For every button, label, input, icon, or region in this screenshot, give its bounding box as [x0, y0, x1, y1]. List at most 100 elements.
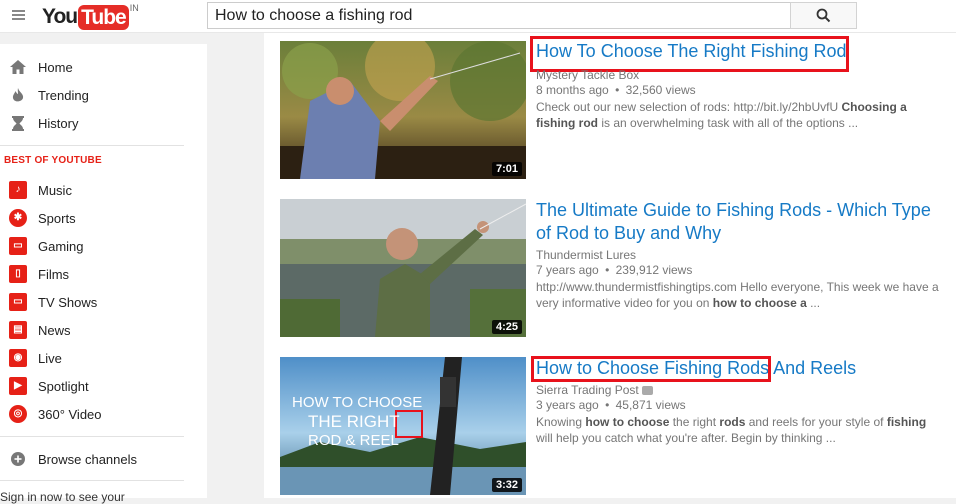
news-icon: ▤: [9, 321, 27, 339]
thumbnail-text: THE RIGHT: [308, 412, 400, 431]
thumbnail-image: HOW TO CHOOSE THE RIGHT ROD & REEL: [280, 357, 526, 495]
video-thumbnail[interactable]: HOW TO CHOOSE THE RIGHT ROD & REEL 3:32: [280, 357, 526, 495]
masthead: You Tube IN How to choose a fishing rod: [0, 0, 956, 33]
youtube-logo[interactable]: You Tube IN: [42, 2, 139, 32]
video-thumbnail[interactable]: 7:01: [280, 41, 526, 179]
video-meta: 8 months ago • 32,560 views: [536, 83, 696, 98]
home-icon: [9, 58, 27, 76]
tv-icon: ▭: [9, 293, 27, 311]
sidebar-item-label: Gaming: [38, 238, 84, 254]
thumbnail-text: ROD & REEL: [308, 432, 399, 449]
meta-separator: •: [605, 263, 610, 277]
best-of-youtube-title: BEST OF YOUTUBE: [4, 155, 102, 166]
sidebar-item-home[interactable]: Home: [0, 53, 207, 81]
desc-text: the right: [669, 415, 720, 429]
view-count: 239,912 views: [615, 263, 693, 277]
thumbnail-image: [280, 41, 526, 179]
search-input[interactable]: How to choose a fishing rod: [207, 2, 791, 29]
spotlight-icon: ▶: [9, 377, 27, 395]
sidebar-item-label: Spotlight: [38, 378, 89, 394]
music-icon: ♪: [9, 181, 27, 199]
video-meta: 3 years ago • 45,871 views: [536, 398, 686, 413]
upload-age: 3 years ago: [536, 398, 599, 412]
logo-country-code: IN: [129, 3, 139, 13]
sidebar-item-history[interactable]: History: [0, 109, 207, 137]
desc-text: Knowing: [536, 415, 586, 429]
sidebar-item-label: Home: [38, 59, 73, 75]
sidebar-item-360-video[interactable]: ◎ 360° Video: [0, 400, 207, 428]
sidebar-item-label: TV Shows: [38, 294, 98, 310]
logo-tube: Tube: [78, 4, 129, 30]
live-icon: ◉: [9, 349, 27, 367]
video-title-link[interactable]: of Rod to Buy and Why: [536, 222, 721, 245]
desc-text: will help you catch what you're after. B…: [536, 431, 836, 445]
desc-bold: how to choose: [585, 415, 670, 429]
thumbnail-image: [280, 199, 526, 337]
hourglass-icon: [9, 114, 27, 132]
sidebar-item-spotlight[interactable]: ▶ Spotlight: [0, 372, 207, 400]
sidebar-divider: [0, 436, 184, 437]
gaming-icon: ▭: [9, 237, 27, 255]
sidebar-divider: [0, 145, 184, 146]
hamburger-icon[interactable]: [12, 10, 25, 20]
view-count: 32,560 views: [625, 83, 696, 97]
channel-name[interactable]: Mystery Tackle Box: [536, 68, 639, 83]
video-title-link[interactable]: The Ultimate Guide to Fishing Rods - Whi…: [536, 199, 931, 222]
video-duration: 3:32: [491, 478, 522, 492]
desc-bold: rods: [719, 415, 746, 429]
thumbnail-text: HOW TO CHOOSE: [292, 394, 422, 411]
logo-you: You: [42, 5, 78, 28]
sidebar-item-label: Sports: [38, 210, 76, 226]
sidebar-item-label: Browse channels: [38, 451, 137, 467]
desc-text: ...: [806, 296, 821, 310]
sidebar-divider: [0, 480, 184, 481]
video-duration: 4:25: [491, 320, 522, 334]
desc-text: Check out our new selection of rods: htt…: [536, 100, 842, 114]
sidebar-item-label: News: [38, 322, 71, 338]
sidebar-item-live[interactable]: ◉ Live: [0, 344, 207, 372]
desc-bold: how to choose a: [712, 296, 807, 310]
guide-sidebar: Home Trending History BEST OF YOUTUBE ♪ …: [0, 44, 207, 504]
verified-icon: [641, 386, 653, 396]
channel-name[interactable]: Sierra Trading Post: [536, 383, 653, 398]
search-icon: [816, 8, 831, 23]
sidebar-item-sports[interactable]: ✱ Sports: [0, 204, 207, 232]
sidebar-item-browse-channels[interactable]: Browse channels: [0, 445, 207, 473]
upload-age: 8 months ago: [536, 83, 609, 97]
film-icon: ▯: [9, 265, 27, 283]
sports-icon: ✱: [9, 209, 27, 227]
sidebar-item-trending[interactable]: Trending: [0, 81, 207, 109]
video-description: Knowing how to choose the right rods and…: [536, 414, 946, 446]
highlight-box: [531, 356, 771, 382]
desc-text: is an overwhelming task with all of the …: [598, 116, 859, 130]
sidebar-item-label: Trending: [38, 87, 89, 103]
video-description: http://www.thundermistfishingtips.com He…: [536, 279, 946, 311]
sidebar-item-label: Films: [38, 266, 70, 282]
highlight-box: [530, 36, 849, 72]
meta-separator: •: [615, 83, 620, 97]
channel-name[interactable]: Thundermist Lures: [536, 248, 636, 263]
flame-icon: [9, 86, 27, 104]
sidebar-item-music[interactable]: ♪ Music: [0, 176, 207, 204]
meta-separator: •: [605, 398, 610, 412]
desc-text: and reels for your style of: [745, 415, 887, 429]
desc-bold: fishing: [886, 415, 927, 429]
video-description: Check out our new selection of rods: htt…: [536, 99, 946, 131]
sidebar-item-label: Music: [38, 182, 72, 198]
video-meta: 7 years ago • 239,912 views: [536, 263, 692, 278]
sidebar-item-films[interactable]: ▯ Films: [0, 260, 207, 288]
channel-label: Sierra Trading Post: [536, 383, 639, 397]
sidebar-item-label: Live: [38, 350, 62, 366]
sidebar-item-label: History: [38, 115, 79, 131]
360-video-icon: ◎: [9, 405, 27, 423]
video-thumbnail[interactable]: 4:25: [280, 199, 526, 337]
view-count: 45,871 views: [615, 398, 686, 412]
sidebar-item-news[interactable]: ▤ News: [0, 316, 207, 344]
upload-age: 7 years ago: [536, 263, 599, 277]
sidebar-item-gaming[interactable]: ▭ Gaming: [0, 232, 207, 260]
add-circle-icon: [9, 450, 27, 468]
title-rest-text: And Reels: [769, 358, 857, 378]
sidebar-item-tv-shows[interactable]: ▭ TV Shows: [0, 288, 207, 316]
search-results: 7:01 How To Choose The Right Fishing Rod…: [264, 33, 956, 498]
search-button[interactable]: [790, 2, 857, 29]
